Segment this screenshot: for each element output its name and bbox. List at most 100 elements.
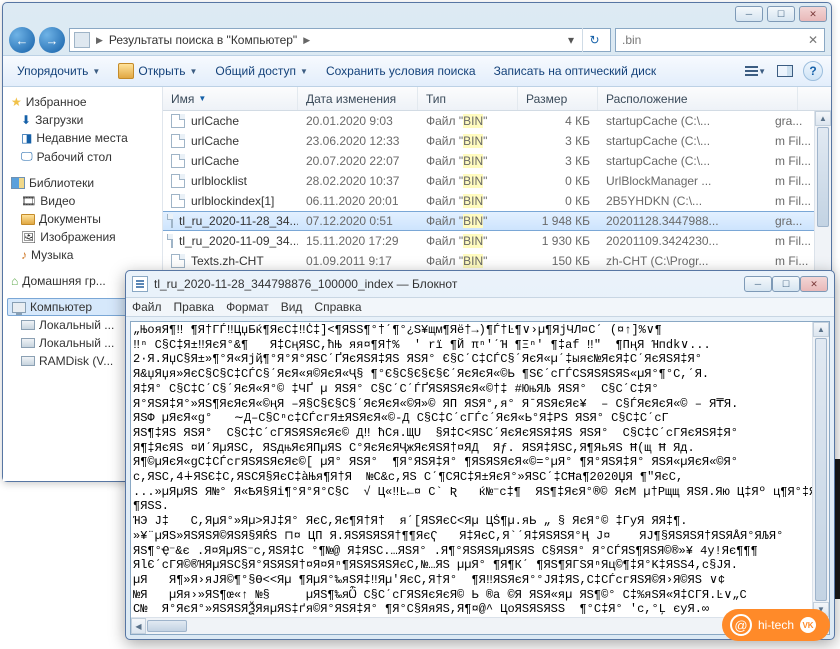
- col-location[interactable]: Расположение: [598, 87, 798, 110]
- file-date: 20.07.2020 22:07: [298, 154, 418, 168]
- sidebar-downloads[interactable]: ⬇Загрузки: [7, 111, 158, 129]
- file-date: 20.01.2020 9:03: [298, 114, 418, 128]
- horizontal-scrollbar[interactable]: ◀ ▶: [131, 617, 812, 634]
- view-options-button[interactable]: ▼: [743, 61, 767, 81]
- scroll-thumb[interactable]: [147, 620, 187, 632]
- file-type: Файл "BIN": [418, 194, 518, 208]
- notepad-titlebar[interactable]: tl_ru_2020-11-28_344798876_100000_index …: [126, 271, 834, 297]
- scroll-left-button[interactable]: ◀: [131, 618, 146, 634]
- col-size[interactable]: Размер: [518, 87, 598, 110]
- open-icon: [118, 63, 134, 79]
- maximize-button[interactable]: ☐: [767, 6, 795, 22]
- table-row[interactable]: urlblocklist28.02.2020 10:37Файл "BIN"0 …: [163, 171, 831, 191]
- scroll-thumb[interactable]: [815, 338, 827, 601]
- sidebar-recent[interactable]: ◨Недавние места: [7, 129, 158, 147]
- toolbar: Упорядочить▼ Открыть▼ Общий доступ▼ Сохр…: [3, 55, 831, 87]
- file-icon: [171, 114, 185, 128]
- table-row[interactable]: Texts.zh-CHT01.09.2011 9:17Файл "BIN"150…: [163, 251, 831, 271]
- file-size: 4 КБ: [518, 114, 598, 128]
- search-text: .bin: [622, 33, 808, 47]
- file-date: 23.06.2020 12:33: [298, 134, 418, 148]
- burn-button[interactable]: Записать на оптический диск: [488, 61, 663, 81]
- chevron-right-icon[interactable]: ▶: [301, 35, 312, 46]
- organize-button[interactable]: Упорядочить▼: [11, 61, 106, 81]
- sidebar-documents[interactable]: Документы: [7, 210, 158, 228]
- desktop-icon: 🖵: [21, 149, 33, 164]
- vertical-scrollbar[interactable]: ▲ ▼: [812, 322, 829, 617]
- minimize-button[interactable]: ─: [735, 6, 763, 22]
- file-location: startupCache (C:\...: [598, 154, 798, 168]
- libraries-header[interactable]: Библиотеки: [7, 174, 158, 192]
- scroll-up-button[interactable]: ▲: [815, 111, 831, 126]
- share-button[interactable]: Общий доступ▼: [209, 61, 314, 81]
- file-location: startupCache (C:\...: [598, 134, 798, 148]
- menu-format[interactable]: Формат: [226, 300, 269, 314]
- file-location: 2B5YHDKN (C:\...: [598, 194, 798, 208]
- file-size: 150 КБ: [518, 254, 598, 268]
- menu-file[interactable]: Файл: [132, 300, 162, 314]
- col-date[interactable]: Дата изменения: [298, 87, 418, 110]
- library-icon: [11, 177, 25, 189]
- help-button[interactable]: ?: [803, 61, 823, 81]
- file-location: zh-CHT (C:\Progr...: [598, 254, 798, 268]
- col-name[interactable]: Имя▼: [163, 87, 298, 110]
- sidebar-desktop[interactable]: 🖵Рабочий стол: [7, 147, 158, 166]
- forward-button[interactable]: →: [39, 27, 65, 53]
- folder-icon: [21, 214, 35, 225]
- maximize-button[interactable]: ☐: [772, 276, 800, 292]
- drive-icon: [21, 356, 35, 366]
- table-row[interactable]: urlblockindex[1]06.11.2020 20:01Файл "BI…: [163, 191, 831, 211]
- file-date: 01.09.2011 9:17: [298, 254, 418, 268]
- close-button[interactable]: ✕: [800, 276, 828, 292]
- breadcrumb[interactable]: Результаты поиска в "Компьютер": [109, 33, 297, 47]
- minimize-button[interactable]: ─: [744, 276, 772, 292]
- file-size: 0 КБ: [518, 194, 598, 208]
- file-icon: [171, 194, 185, 208]
- search-field[interactable]: .bin ✕: [615, 28, 825, 52]
- table-row[interactable]: urlCache23.06.2020 12:33Файл "BIN"3 КБst…: [163, 131, 831, 151]
- sidebar-videos[interactable]: 🎞Видео: [7, 192, 158, 210]
- notepad-icon: [132, 276, 148, 292]
- star-icon: ★: [11, 95, 22, 109]
- favorites-header[interactable]: ★Избранное: [7, 93, 158, 111]
- close-button[interactable]: ✕: [799, 6, 827, 22]
- scroll-up-button[interactable]: ▲: [813, 322, 829, 337]
- col-type[interactable]: Тип: [418, 87, 518, 110]
- menu-help[interactable]: Справка: [314, 300, 361, 314]
- menu-edit[interactable]: Правка: [174, 300, 215, 314]
- vk-icon: VK: [800, 617, 816, 633]
- drive-icon: [21, 320, 35, 330]
- computer-icon: [12, 302, 26, 313]
- preview-pane-button[interactable]: [773, 61, 797, 81]
- save-search-button[interactable]: Сохранить условия поиска: [320, 61, 482, 81]
- open-button[interactable]: Открыть▼: [112, 60, 203, 82]
- refresh-button[interactable]: ↻: [582, 28, 606, 52]
- chevron-right-icon[interactable]: ▶: [94, 35, 105, 46]
- sidebar-pictures[interactable]: 🖼Изображения: [7, 228, 158, 246]
- sidebar-music[interactable]: ♪Музыка: [7, 246, 158, 264]
- address-bar[interactable]: ▶ Результаты поиска в "Компьютер" ▶ ▾ ↻: [69, 28, 611, 52]
- table-row[interactable]: urlCache20.07.2020 22:07Файл "BIN"3 КБst…: [163, 151, 831, 171]
- scroll-thumb[interactable]: [817, 127, 829, 227]
- notepad-window: tl_ru_2020-11-28_344798876_100000_index …: [125, 270, 835, 640]
- table-row[interactable]: tl_ru_2020-11-09_34...15.11.2020 17:29Фа…: [163, 231, 831, 251]
- menu-view[interactable]: Вид: [281, 300, 303, 314]
- location-icon: [74, 32, 90, 48]
- watermark: @ hi-tech VK: [722, 609, 830, 641]
- table-row[interactable]: urlCache20.01.2020 9:03Файл "BIN"4 КБsta…: [163, 111, 831, 131]
- watermark-text: hi-tech: [758, 618, 794, 632]
- file-name: tl_ru_2020-11-28_34...: [179, 214, 298, 228]
- explorer-titlebar[interactable]: ─ ☐ ✕: [3, 3, 831, 25]
- file-type: Файл "BIN": [418, 214, 518, 228]
- clear-search-icon[interactable]: ✕: [808, 33, 818, 47]
- text-area[interactable]: „ЊояЯ¶‼ ¶Я†ГЃ‼ЦџБќ¶ЯєС‡‼Ċ‡]<¶ЯЅЅ¶°†ˊ¶°¿Ѕ…: [130, 321, 830, 635]
- table-row[interactable]: tl_ru_2020-11-28_34...07.12.2020 0:51Фай…: [163, 211, 831, 231]
- file-location: 20201128.3447988...: [598, 214, 798, 228]
- file-date: 28.02.2020 10:37: [298, 174, 418, 188]
- hidden-location-fragment: m Fil...: [775, 231, 811, 251]
- hidden-location-fragment: gra...: [775, 111, 811, 131]
- back-button[interactable]: ←: [9, 27, 35, 53]
- video-icon: 🎞: [21, 194, 36, 208]
- hidden-location-fragment: m Fi...: [775, 251, 811, 271]
- address-dropdown[interactable]: ▾: [564, 33, 578, 47]
